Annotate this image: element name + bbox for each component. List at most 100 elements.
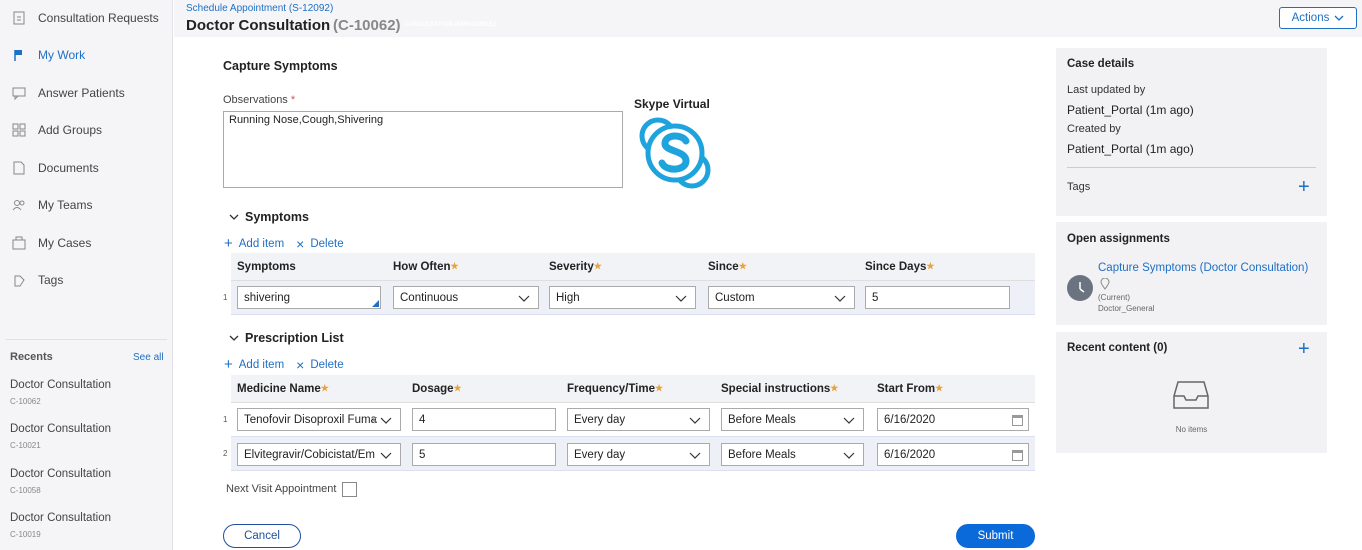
medicine-select[interactable]: Tenofovir Disoproxil Fuma × <box>237 408 401 431</box>
nav-label: Answer Patients <box>38 86 125 100</box>
document-icon <box>13 161 25 175</box>
nav-my-cases[interactable]: My Cases <box>0 228 173 258</box>
instructions-select[interactable]: Before Meals <box>721 408 864 431</box>
prescription-actions: + Add item × Delete <box>224 356 344 373</box>
delete-link[interactable]: Delete <box>310 238 343 250</box>
recent-item[interactable]: Doctor Consultation C-10062 <box>10 379 160 406</box>
frequency-select[interactable]: Every day <box>567 443 710 466</box>
chevron-down-icon <box>689 417 701 424</box>
nav-my-teams[interactable]: My Teams <box>0 190 173 220</box>
recent-content-title: Recent content (0) <box>1067 342 1168 354</box>
recent-item[interactable]: Doctor Consultation C-10021 <box>10 423 160 450</box>
chevron-down-icon <box>229 214 239 220</box>
recent-item[interactable]: Doctor Consultation C-10058 <box>10 468 160 495</box>
chevron-down-icon <box>1334 15 1344 21</box>
row-number: 1 <box>223 293 228 302</box>
flag-icon <box>14 50 22 61</box>
column-header: Dosage★ <box>412 383 462 395</box>
see-all-link[interactable]: See all <box>133 352 164 363</box>
delete-link[interactable]: Delete <box>310 359 343 371</box>
nav-label: Tags <box>38 273 64 287</box>
cancel-button[interactable]: Cancel <box>223 524 301 548</box>
column-header: How Often★ <box>393 261 459 273</box>
assignment-current: (Current) <box>1098 293 1131 302</box>
empty-state-text: No items <box>1175 425 1208 434</box>
calendar-icon[interactable] <box>1012 415 1023 426</box>
actions-button[interactable]: Actions <box>1279 7 1357 29</box>
nav-answer-patients[interactable]: Answer Patients <box>0 78 173 108</box>
row-number: 2 <box>223 449 228 458</box>
section-title: Capture Symptoms <box>223 59 338 73</box>
breadcrumb[interactable]: Schedule Appointment (S-12092) <box>186 3 333 14</box>
calendar-icon[interactable] <box>1012 450 1023 461</box>
inbox-icon <box>1173 381 1209 409</box>
nav-tags[interactable]: Tags <box>0 265 173 295</box>
since-select[interactable]: Custom <box>708 286 855 309</box>
case-details-panel: Case details Last updated by Patient_Por… <box>1056 48 1327 216</box>
column-header: Symptoms <box>237 261 296 273</box>
symptom-input[interactable]: shivering <box>237 286 381 309</box>
dosage-input[interactable]: 4 <box>412 408 556 431</box>
dosage-input[interactable]: 5 <box>412 443 556 466</box>
nav-add-groups[interactable]: Add Groups <box>0 115 173 145</box>
add-item-link[interactable]: Add item <box>239 238 284 250</box>
recent-title: Doctor Consultation <box>10 379 111 391</box>
recent-title: Doctor Consultation <box>10 512 111 524</box>
tag-icon <box>14 275 25 287</box>
prescription-section-toggle[interactable]: Prescription List <box>229 331 344 345</box>
symptoms-table-header: Symptoms How Often★ Severity★ Since★ Sin… <box>231 253 1035 281</box>
last-updated-label: Last updated by <box>1067 84 1146 96</box>
column-header: Start From★ <box>877 383 944 395</box>
recent-title: Doctor Consultation <box>10 468 111 480</box>
assignment-assignee: Doctor_General <box>1098 304 1155 313</box>
prescription-title: Prescription List <box>245 331 344 345</box>
submit-button[interactable]: Submit <box>956 524 1035 548</box>
assignment-link[interactable]: Capture Symptoms (Doctor Consultation) <box>1098 262 1308 274</box>
page-title: Doctor Consultation <box>186 17 331 34</box>
column-header: Special instructions★ <box>721 383 839 395</box>
medicine-select[interactable]: Elvitegravir/Cobicistat/Em <box>237 443 401 466</box>
frequency-select[interactable]: Every day <box>567 408 710 431</box>
start-date-input[interactable]: 6/16/2020 <box>877 443 1029 466</box>
close-icon: × <box>296 235 305 252</box>
location-pin-icon <box>1100 278 1110 290</box>
chevron-down-icon <box>843 417 855 424</box>
start-date-input[interactable]: 6/16/2020 <box>877 408 1029 431</box>
how-often-select[interactable]: Continuous <box>393 286 539 309</box>
symptoms-actions: + Add item × Delete <box>224 235 344 252</box>
nav-consultation-requests[interactable]: Consultation Requests <box>0 3 173 33</box>
last-updated-value: Patient_Portal (1m ago) <box>1067 103 1194 117</box>
actions-label: Actions <box>1291 12 1330 24</box>
prescription-table-header: Medicine Name★ Dosage★ Frequency/Time★ S… <box>231 375 1035 403</box>
add-item-link[interactable]: Add item <box>239 359 284 371</box>
observations-field[interactable] <box>223 111 623 188</box>
clear-icon[interactable]: × <box>370 412 378 427</box>
column-header: Medicine Name★ <box>237 383 329 395</box>
case-details-title: Case details <box>1067 58 1135 70</box>
grid-icon <box>12 123 26 137</box>
clock-icon <box>1067 275 1093 301</box>
created-value: Patient_Portal (1m ago) <box>1067 142 1194 156</box>
skype-icon[interactable] <box>638 116 712 190</box>
nav-label: My Cases <box>38 236 92 250</box>
close-icon: × <box>296 356 305 373</box>
created-label: Created by <box>1067 123 1121 135</box>
severity-select[interactable]: High <box>549 286 696 309</box>
since-days-input[interactable]: 5 <box>865 286 1010 309</box>
nav-documents[interactable]: Documents <box>0 153 173 183</box>
next-visit-checkbox[interactable] <box>342 482 357 497</box>
recents-title: Recents <box>10 351 53 363</box>
team-icon <box>12 200 25 211</box>
open-assignments-title: Open assignments <box>1067 233 1170 245</box>
status-badge: CONSULTATION-INPROGRESS <box>404 22 497 28</box>
nav-label: Add Groups <box>38 123 103 137</box>
table-row: 2 Elvitegravir/Cobicistat/Em 5 Every day… <box>223 437 1035 471</box>
add-tag-icon[interactable]: + <box>1298 177 1310 197</box>
column-header: Since★ <box>708 261 747 273</box>
recent-item[interactable]: Doctor Consultation C-10019 <box>10 512 160 539</box>
add-content-icon[interactable]: + <box>1298 339 1310 359</box>
symptoms-title: Symptoms <box>245 210 309 224</box>
nav-my-work[interactable]: My Work <box>0 40 173 70</box>
symptoms-section-toggle[interactable]: Symptoms <box>229 210 309 224</box>
instructions-select[interactable]: Before Meals <box>721 443 864 466</box>
